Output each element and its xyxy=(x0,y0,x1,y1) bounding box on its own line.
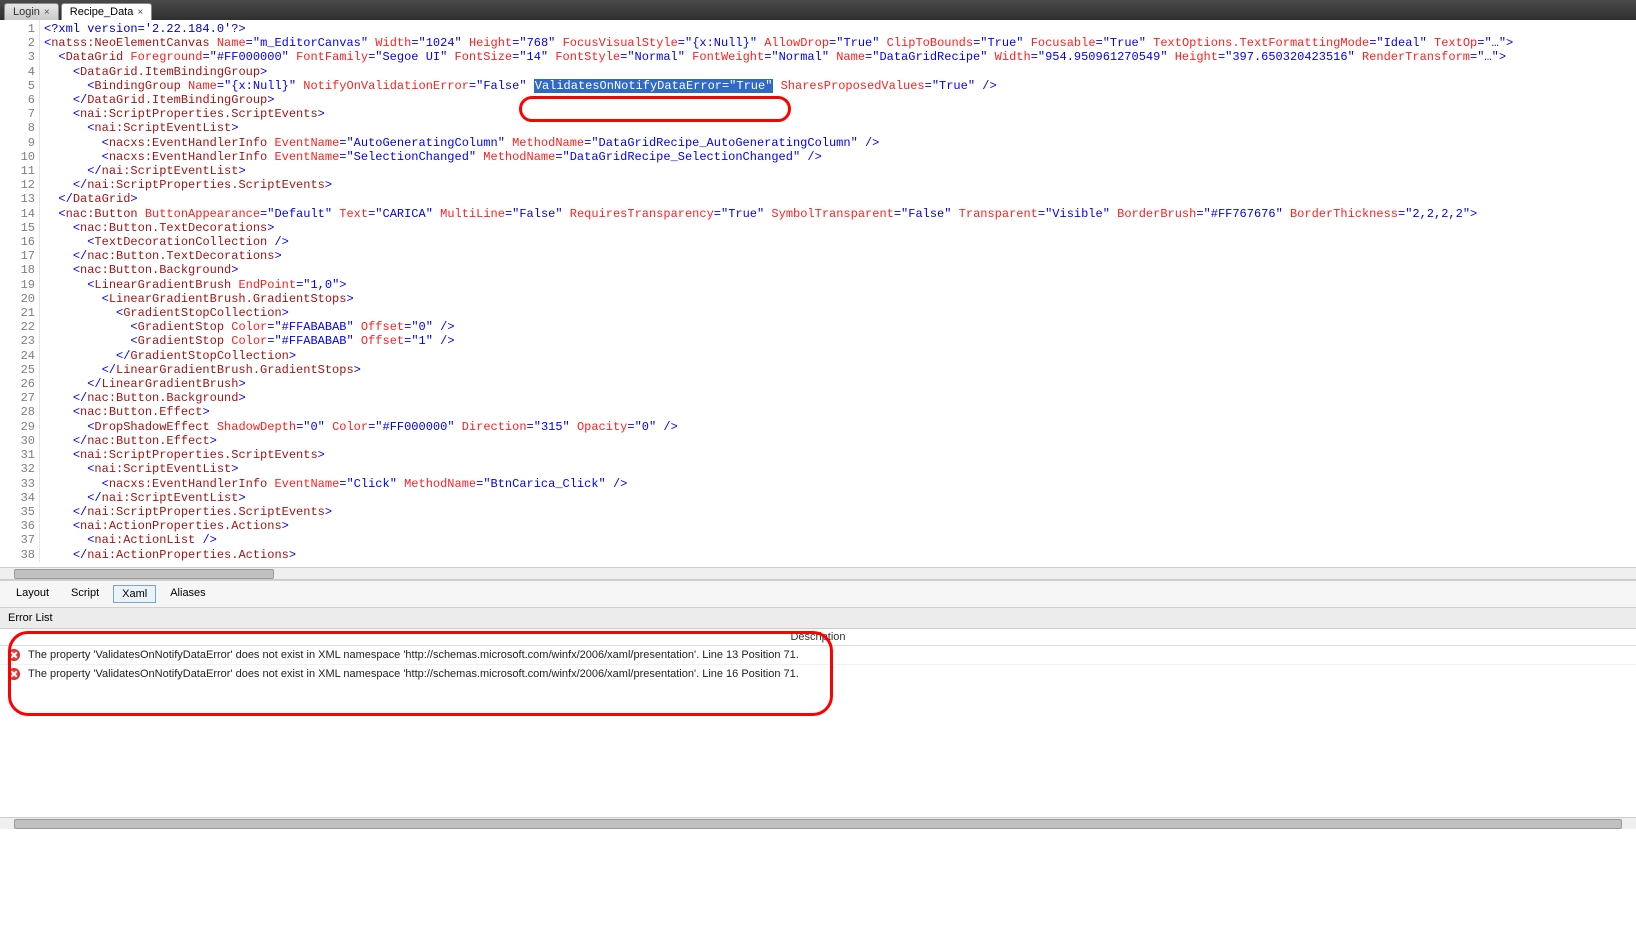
close-icon[interactable]: × xyxy=(137,7,143,18)
code-area[interactable]: <?xml version='2.22.184.0'?> <natss:NeoE… xyxy=(40,20,1636,567)
scrollbar-thumb[interactable] xyxy=(14,819,1622,829)
error-list-title: Error List xyxy=(0,608,1636,629)
editor-view-tabs: Layout Script Xaml Aliases xyxy=(0,580,1636,608)
tab-aliases[interactable]: Aliases xyxy=(162,585,213,603)
error-icon xyxy=(8,668,20,680)
error-list: Description The property 'ValidatesOnNot… xyxy=(0,629,1636,829)
error-row[interactable]: The property 'ValidatesOnNotifyDataError… xyxy=(0,646,1636,664)
tab-script[interactable]: Script xyxy=(63,585,107,603)
tab-label: Login xyxy=(13,6,40,18)
tab-login[interactable]: Login × xyxy=(4,3,59,20)
horizontal-scrollbar[interactable] xyxy=(0,817,1636,829)
document-tabbar: Login × Recipe_Data × xyxy=(0,0,1636,20)
error-list-column-header: Description xyxy=(0,629,1636,646)
scrollbar-thumb[interactable] xyxy=(14,569,274,579)
tab-label: Recipe_Data xyxy=(70,6,134,18)
line-number-gutter: 1234567891011121314151617181920212223242… xyxy=(0,20,40,562)
error-message: The property 'ValidatesOnNotifyDataError… xyxy=(28,649,799,661)
error-icon xyxy=(8,649,20,661)
error-row[interactable]: The property 'ValidatesOnNotifyDataError… xyxy=(0,664,1636,683)
error-message: The property 'ValidatesOnNotifyDataError… xyxy=(28,668,799,680)
tab-xaml[interactable]: Xaml xyxy=(113,585,156,603)
horizontal-scrollbar[interactable] xyxy=(0,567,1636,579)
tab-layout[interactable]: Layout xyxy=(8,585,57,603)
code-editor[interactable]: 1234567891011121314151617181920212223242… xyxy=(0,20,1636,580)
tab-recipe-data[interactable]: Recipe_Data × xyxy=(61,3,152,20)
close-icon[interactable]: × xyxy=(44,7,50,18)
